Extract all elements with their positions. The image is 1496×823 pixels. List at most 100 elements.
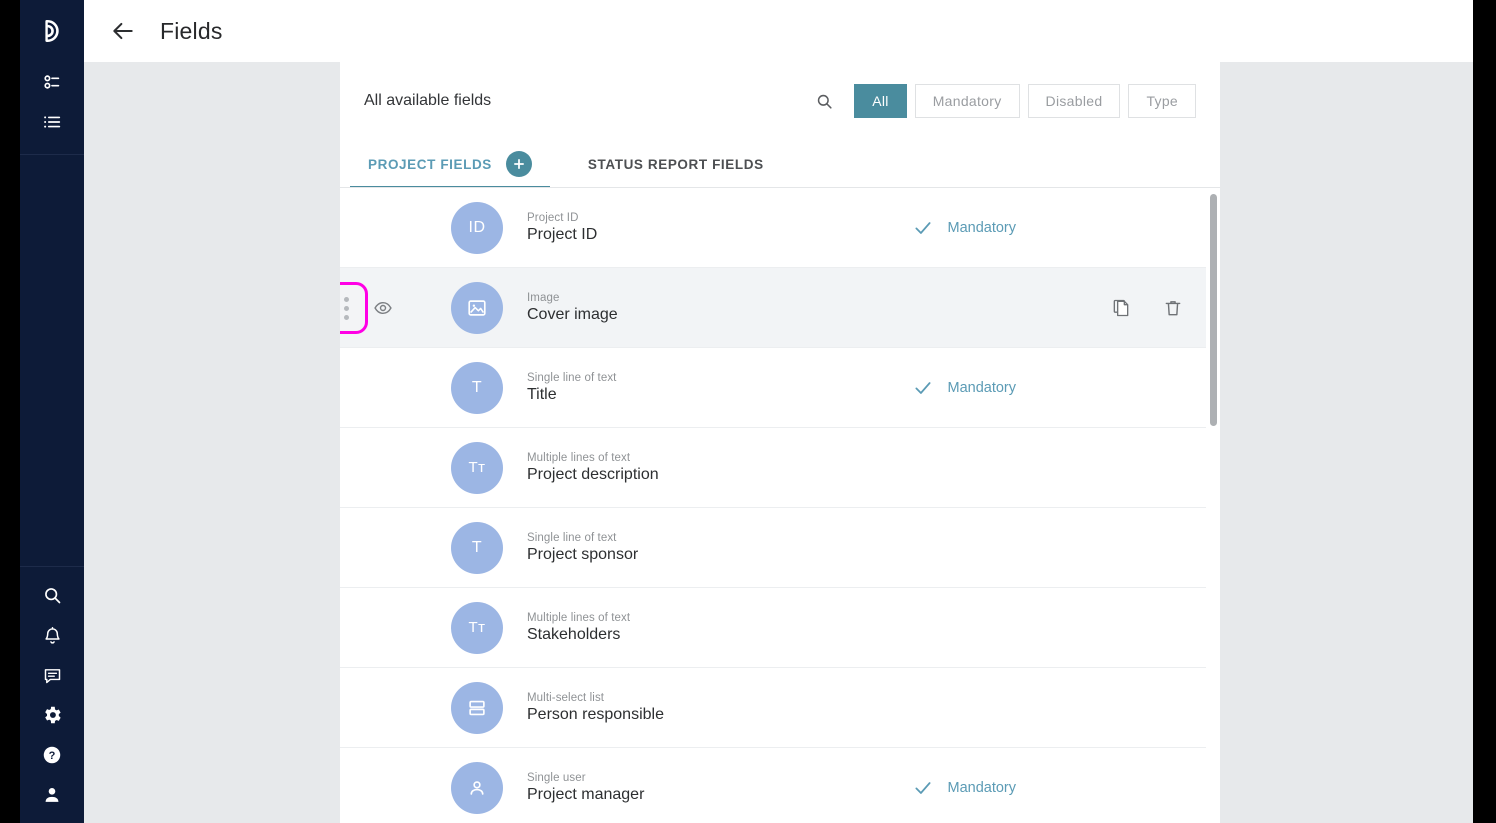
top-header-bar: Fields: [84, 0, 1473, 62]
status-badge: Mandatory: [913, 378, 1016, 398]
eye-icon[interactable]: [372, 297, 394, 319]
sidebar-item-account[interactable]: [20, 775, 84, 815]
plus-icon: [513, 159, 524, 169]
sidebar-item-messages[interactable]: [20, 655, 84, 695]
row-action-buttons: [1110, 297, 1184, 319]
field-type: Multiple lines of text: [527, 611, 631, 624]
avatar: T: [451, 361, 503, 414]
field-text-block: Single line of text Project sponsor: [527, 532, 638, 564]
delete-button[interactable]: [1162, 297, 1184, 319]
avatar: Tт: [451, 441, 503, 494]
row-right-area: Mandatory: [913, 218, 1196, 238]
avatar-label: T: [471, 538, 483, 556]
app-root: ? Fields All available fields All Mandat…: [0, 0, 1496, 823]
status-label: Mandatory: [947, 379, 1016, 396]
field-type: Project ID: [527, 211, 579, 224]
tab-label: STATUS REPORT FIELDS: [587, 156, 764, 172]
field-text-block: Multi-select list Person responsible: [527, 692, 664, 724]
left-sidebar: ?: [20, 0, 84, 823]
options-list-icon: [44, 75, 60, 89]
row-right-area: Mandatory: [913, 778, 1196, 798]
field-name: Project sponsor: [527, 545, 639, 563]
field-type: Multi-select list: [527, 691, 605, 704]
list-icon: [44, 116, 61, 128]
avatar: [451, 681, 503, 734]
avatar-label: Tт: [468, 619, 486, 636]
sidebar-item-options[interactable]: [20, 62, 84, 102]
search-icon: [817, 94, 832, 109]
app-logo[interactable]: [20, 0, 84, 62]
filter-button-disabled[interactable]: Disabled: [1027, 84, 1121, 118]
duplicate-button[interactable]: [1110, 297, 1132, 319]
multiselect-list-icon: [469, 700, 485, 715]
field-name: Project ID: [527, 225, 598, 243]
sidebar-item-search[interactable]: [20, 575, 84, 615]
list-scrollbar[interactable]: [1206, 188, 1220, 823]
filter-button-group: All Mandatory Disabled Type: [854, 84, 1196, 118]
back-button[interactable]: [108, 16, 138, 46]
filter-button-type[interactable]: Type: [1128, 84, 1196, 118]
table-row[interactable]: ID Project ID Project ID Mandatory: [340, 188, 1220, 268]
tab-project-fields[interactable]: PROJECT FIELDS: [350, 140, 550, 189]
table-row[interactable]: T Single line of text Title Mandatory: [340, 348, 1220, 428]
drag-handle-icon[interactable]: [340, 282, 368, 334]
table-row[interactable]: Single user Project manager Mandatory: [340, 748, 1220, 823]
card-header: All available fields All Mandatory Disab…: [340, 62, 1220, 140]
status-label: Mandatory: [947, 779, 1016, 796]
status-badge: Mandatory: [913, 778, 1016, 798]
field-text-block: Single line of text Title: [527, 372, 616, 404]
table-row[interactable]: Tт Multiple lines of text Stakeholders: [340, 588, 1220, 668]
sidebar-item-settings[interactable]: [20, 695, 84, 735]
table-row[interactable]: Image Cover image: [340, 268, 1220, 348]
field-text-block: Multiple lines of text Stakeholders: [527, 612, 630, 644]
sidebar-top-group: [20, 0, 84, 155]
search-button[interactable]: [804, 81, 844, 121]
add-field-button[interactable]: [505, 151, 532, 177]
search-icon: [44, 587, 60, 603]
status-badge: Mandatory: [913, 218, 1016, 238]
field-text-block: Image Cover image: [527, 292, 618, 324]
sidebar-item-help[interactable]: ?: [20, 735, 84, 775]
work-area: All available fields All Mandatory Disab…: [84, 62, 1473, 823]
avatar-label: ID: [468, 218, 486, 236]
table-row[interactable]: T Single line of text Project sponsor: [340, 508, 1220, 588]
eye-icon-glyph: [374, 301, 392, 315]
check-icon: [915, 221, 932, 234]
drag-dots: [340, 296, 349, 320]
card-header-controls: All Mandatory Disabled Type: [804, 81, 1196, 121]
crescent-logo-icon: [45, 19, 59, 43]
bell-icon: [44, 626, 60, 644]
field-text-block: Single user Project manager: [527, 772, 644, 804]
table-row[interactable]: Multi-select list Person responsible: [340, 668, 1220, 748]
copy-icon: [1113, 299, 1129, 316]
chat-icon: [44, 668, 60, 683]
sidebar-item-list[interactable]: [20, 102, 84, 142]
tab-status-report-fields[interactable]: STATUS REPORT FIELDS: [584, 140, 768, 188]
filter-button-all[interactable]: All: [854, 84, 907, 118]
filter-button-mandatory[interactable]: Mandatory: [914, 84, 1020, 118]
field-name: Title: [527, 385, 557, 403]
tab-label: PROJECT FIELDS: [368, 156, 492, 172]
table-row[interactable]: Tт Multiple lines of text Project descri…: [340, 428, 1220, 508]
field-name: Project manager: [527, 785, 645, 803]
sidebar-item-notifications[interactable]: [20, 615, 84, 655]
image-icon: [468, 299, 486, 316]
gear-icon: [45, 706, 61, 724]
row-right-area: [1110, 297, 1196, 319]
scrollbar-thumb[interactable]: [1210, 194, 1217, 426]
field-text-block: Multiple lines of text Project descripti…: [527, 452, 659, 484]
field-name: Person responsible: [527, 705, 664, 723]
avatar-label: T: [471, 378, 483, 396]
check-icon: [915, 381, 932, 394]
field-type: Single user: [527, 771, 586, 784]
check-icon: [915, 781, 932, 794]
avatar: T: [451, 521, 503, 574]
sidebar-divider-bottom: [20, 566, 84, 567]
arrow-left-icon: [113, 22, 133, 40]
sidebar-bottom-group: ?: [20, 566, 84, 823]
avatar-label: Tт: [468, 459, 486, 476]
trash-icon: [1165, 300, 1181, 315]
sidebar-divider-top: [20, 154, 84, 155]
avatar: [451, 761, 503, 814]
field-type: Single line of text: [527, 371, 617, 384]
